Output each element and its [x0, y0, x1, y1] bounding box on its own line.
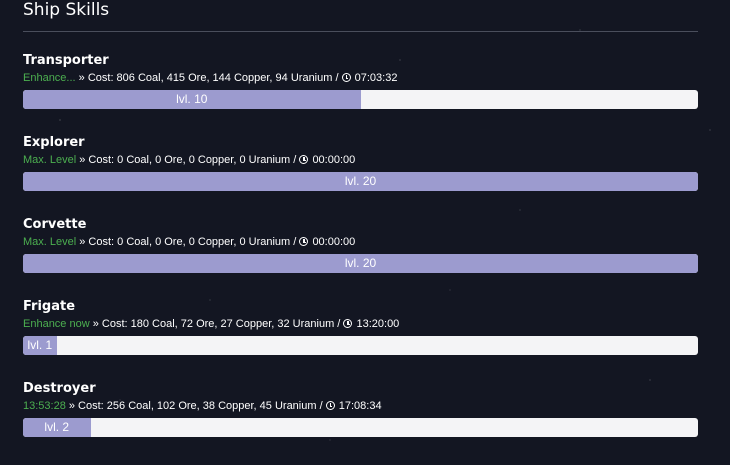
skill-explorer: Explorer Max. Level » Cost: 0 Coal, 0 Or… [23, 135, 698, 191]
level-progress-fill: lvl. 2 [23, 418, 91, 437]
clock-icon [325, 401, 335, 410]
skill-destroyer: Destroyer 13:53:28 » Cost: 256 Coal, 102… [23, 381, 698, 437]
level-progress-bar: lvl. 2 [23, 418, 698, 437]
clock-icon [299, 237, 309, 246]
max-level-status: Max. Level [23, 236, 77, 248]
skill-corvette: Corvette Max. Level » Cost: 0 Coal, 0 Or… [23, 217, 698, 273]
level-progress-fill: lvl. 20 [23, 254, 698, 273]
page-title: Ship Skills [23, 0, 110, 20]
clock-icon [299, 155, 309, 164]
skill-info: 13:53:28 » Cost: 256 Coal, 102 Ore, 38 C… [23, 399, 698, 413]
level-progress-bar: lvl. 10 [23, 90, 698, 109]
duration-text: 00:00:00 [312, 236, 356, 248]
enhance-now-link[interactable]: Enhance now [23, 318, 90, 330]
duration-text: 00:00:00 [312, 154, 356, 166]
duration-text: 17:08:34 [338, 400, 382, 412]
countdown-timer: 13:53:28 [23, 400, 66, 412]
cost-text: » Cost: 806 Coal, 415 Ore, 144 Copper, 9… [75, 72, 342, 84]
skill-name: Destroyer [23, 381, 96, 396]
duration-text: 07:03:32 [354, 72, 398, 84]
skill-frigate: Frigate Enhance now » Cost: 180 Coal, 72… [23, 299, 698, 355]
level-progress-bar: lvl. 20 [23, 172, 698, 191]
cost-text: » Cost: 0 Coal, 0 Ore, 0 Copper, 0 Urani… [76, 154, 300, 166]
cost-text: » Cost: 180 Coal, 72 Ore, 27 Copper, 32 … [89, 318, 344, 330]
skill-transporter: Transporter Enhance... » Cost: 806 Coal,… [23, 53, 698, 109]
level-progress-bar: lvl. 20 [23, 254, 698, 273]
clock-icon [343, 319, 353, 328]
level-progress-fill: lvl. 20 [23, 172, 698, 191]
level-progress-bar: lvl. 1 [23, 336, 698, 355]
skill-info: Enhance... » Cost: 806 Coal, 415 Ore, 14… [23, 71, 698, 85]
cost-text: » Cost: 0 Coal, 0 Ore, 0 Copper, 0 Urani… [76, 236, 300, 248]
skill-info: Enhance now » Cost: 180 Coal, 72 Ore, 27… [23, 317, 698, 331]
title-divider [23, 31, 698, 32]
duration-text: 13:20:00 [356, 318, 400, 330]
skill-info: Max. Level » Cost: 0 Coal, 0 Ore, 0 Copp… [23, 153, 698, 167]
level-progress-fill: lvl. 10 [23, 90, 361, 109]
skill-name: Transporter [23, 53, 109, 68]
skill-name: Frigate [23, 299, 76, 314]
clock-icon [341, 73, 351, 82]
enhance-link[interactable]: Enhance... [23, 72, 76, 84]
skill-name: Corvette [23, 217, 87, 232]
cost-text: » Cost: 256 Coal, 102 Ore, 38 Copper, 45… [65, 400, 326, 412]
level-progress-fill: lvl. 1 [23, 336, 57, 355]
max-level-status: Max. Level [23, 154, 77, 166]
skill-info: Max. Level » Cost: 0 Coal, 0 Ore, 0 Copp… [23, 235, 698, 249]
skill-name: Explorer [23, 135, 85, 150]
